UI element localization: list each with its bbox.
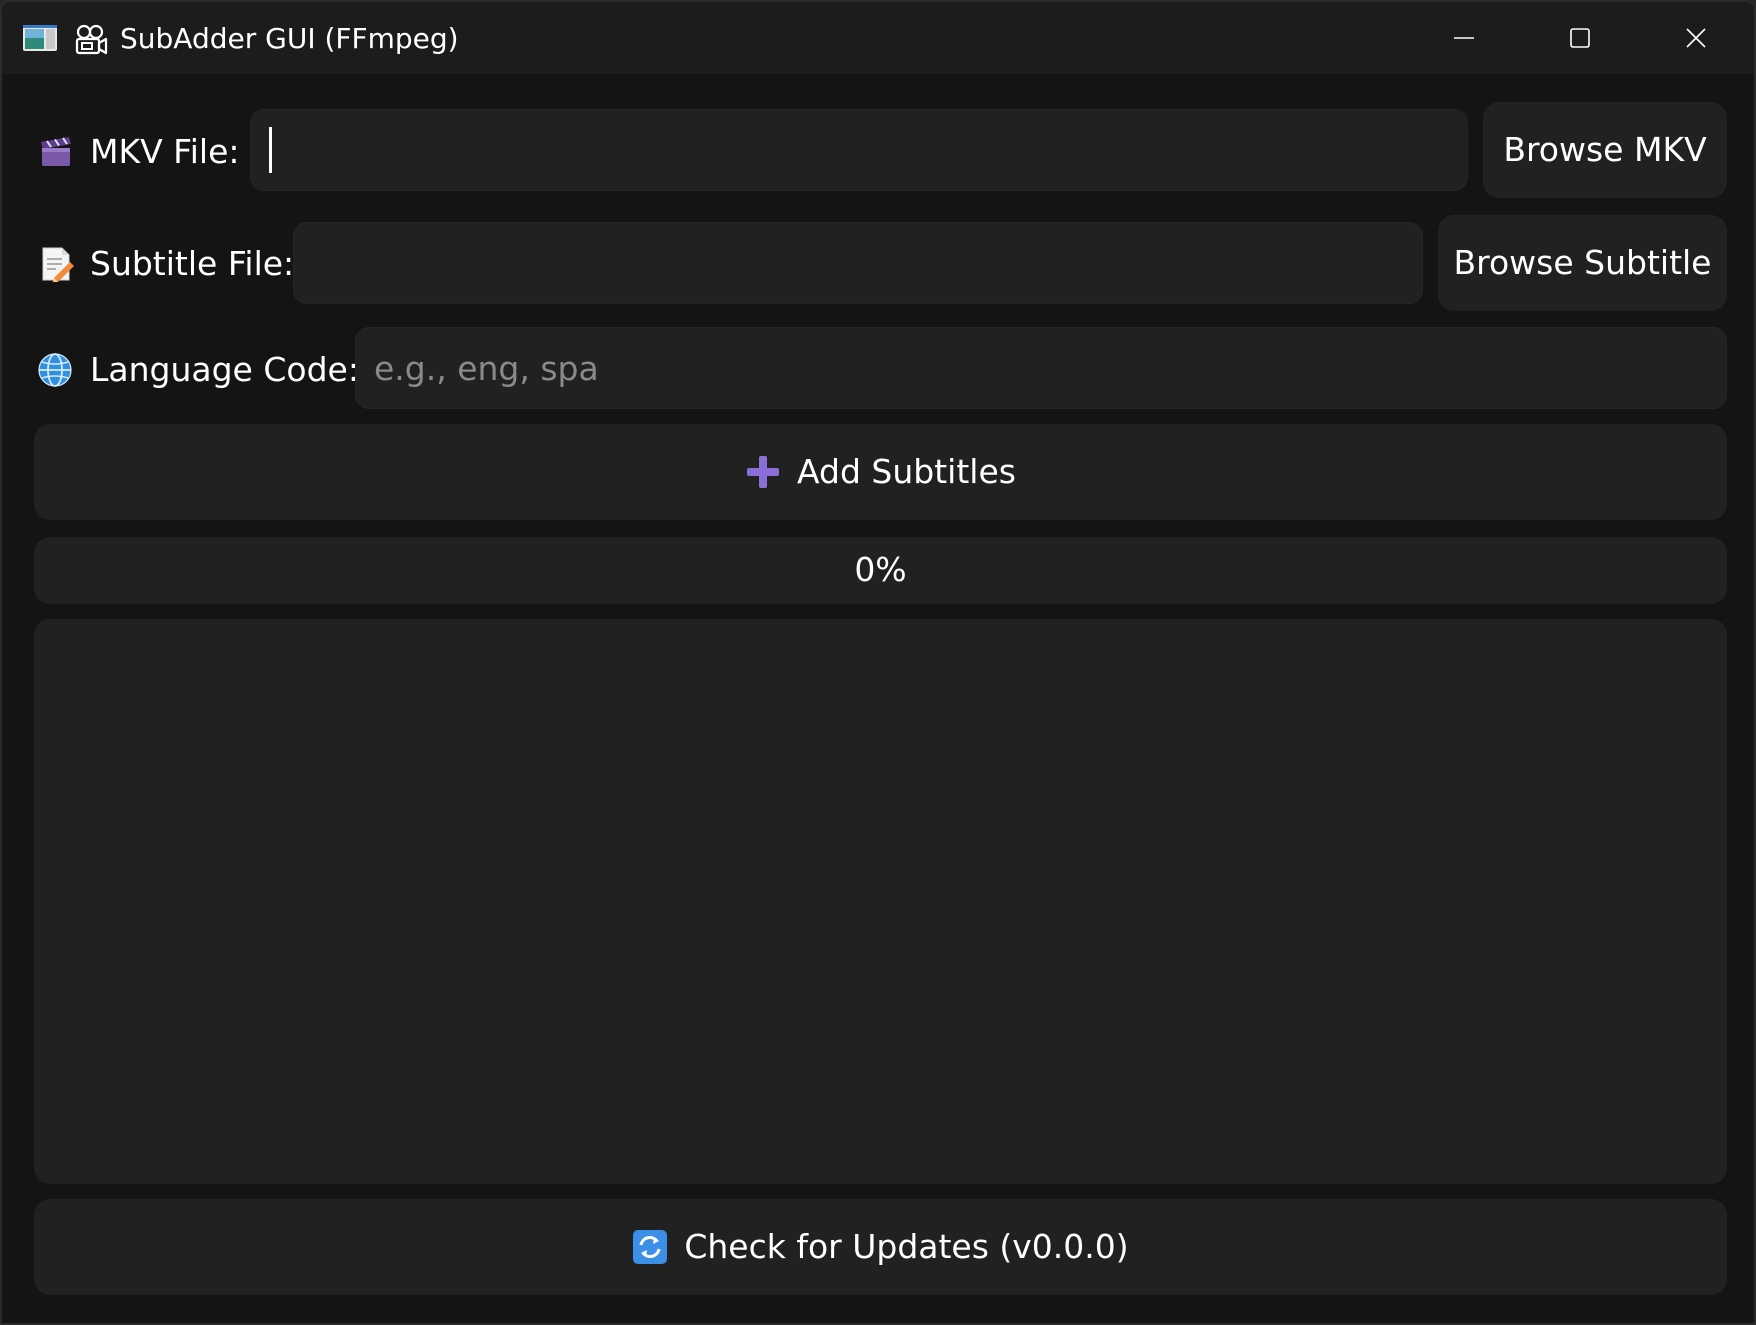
browse-subtitle-button[interactable]: Browse Subtitle (1438, 215, 1727, 311)
language-code-label: Language Code: (90, 350, 359, 389)
subtitle-file-input[interactable] (293, 222, 1423, 304)
add-subtitles-button[interactable]: Add Subtitles (34, 424, 1727, 520)
check-updates-label: Check for Updates (v0.0.0) (684, 1227, 1129, 1266)
close-button[interactable] (1638, 2, 1754, 74)
maximize-icon (1570, 28, 1590, 48)
close-icon (1686, 28, 1706, 48)
maximize-button[interactable] (1522, 2, 1638, 74)
movie-camera-icon (75, 24, 108, 55)
minimize-icon (1454, 37, 1474, 39)
output-log-area[interactable] (34, 619, 1727, 1184)
mkv-file-input[interactable] (250, 109, 1468, 191)
add-subtitles-label: Add Subtitles (797, 452, 1016, 491)
plus-icon (747, 456, 780, 488)
subtitle-file-label: Subtitle File: (90, 244, 295, 283)
window-title: SubAdder GUI (FFmpeg) (120, 22, 459, 55)
clapper-board-icon (41, 137, 71, 166)
text-cursor (269, 127, 272, 173)
title-bar: SubAdder GUI (FFmpeg) (2, 2, 1754, 74)
language-code-input[interactable] (355, 327, 1727, 409)
app-window: SubAdder GUI (FFmpeg) MKV File: Browse M… (0, 0, 1756, 1325)
memo-icon (42, 247, 74, 282)
mkv-file-label: MKV File: (90, 132, 240, 171)
refresh-icon (633, 1230, 668, 1264)
browse-mkv-button[interactable]: Browse MKV (1483, 102, 1727, 198)
browse-mkv-label: Browse MKV (1503, 130, 1707, 169)
minimize-button[interactable] (1406, 2, 1522, 74)
app-window-icon (23, 25, 57, 51)
check-updates-button[interactable]: Check for Updates (v0.0.0) (34, 1199, 1727, 1295)
progress-percent: 0% (854, 550, 907, 589)
progress-bar: 0% (34, 537, 1727, 604)
globe-icon (38, 353, 72, 387)
browse-subtitle-label: Browse Subtitle (1453, 243, 1712, 282)
